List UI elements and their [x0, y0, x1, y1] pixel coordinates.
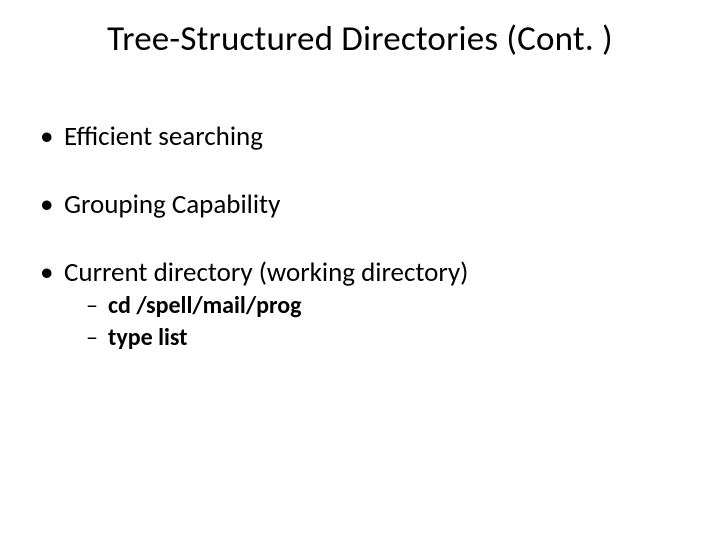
bullet-efficient-searching: Efficient searching	[40, 120, 680, 154]
subbullet-type-list: type list	[40, 323, 680, 353]
bullet-current-directory: Current directory (working directory)	[40, 256, 680, 290]
slide-title: Tree-Structured Directories (Cont. )	[0, 18, 720, 60]
bullet-grouping-capability: Grouping Capability	[40, 188, 680, 222]
slide: Tree-Structured Directories (Cont. ) Eff…	[0, 0, 720, 540]
slide-content: Efficient searching Grouping Capability …	[40, 120, 680, 355]
subbullet-cd-command: cd /spell/mail/prog	[40, 291, 680, 321]
